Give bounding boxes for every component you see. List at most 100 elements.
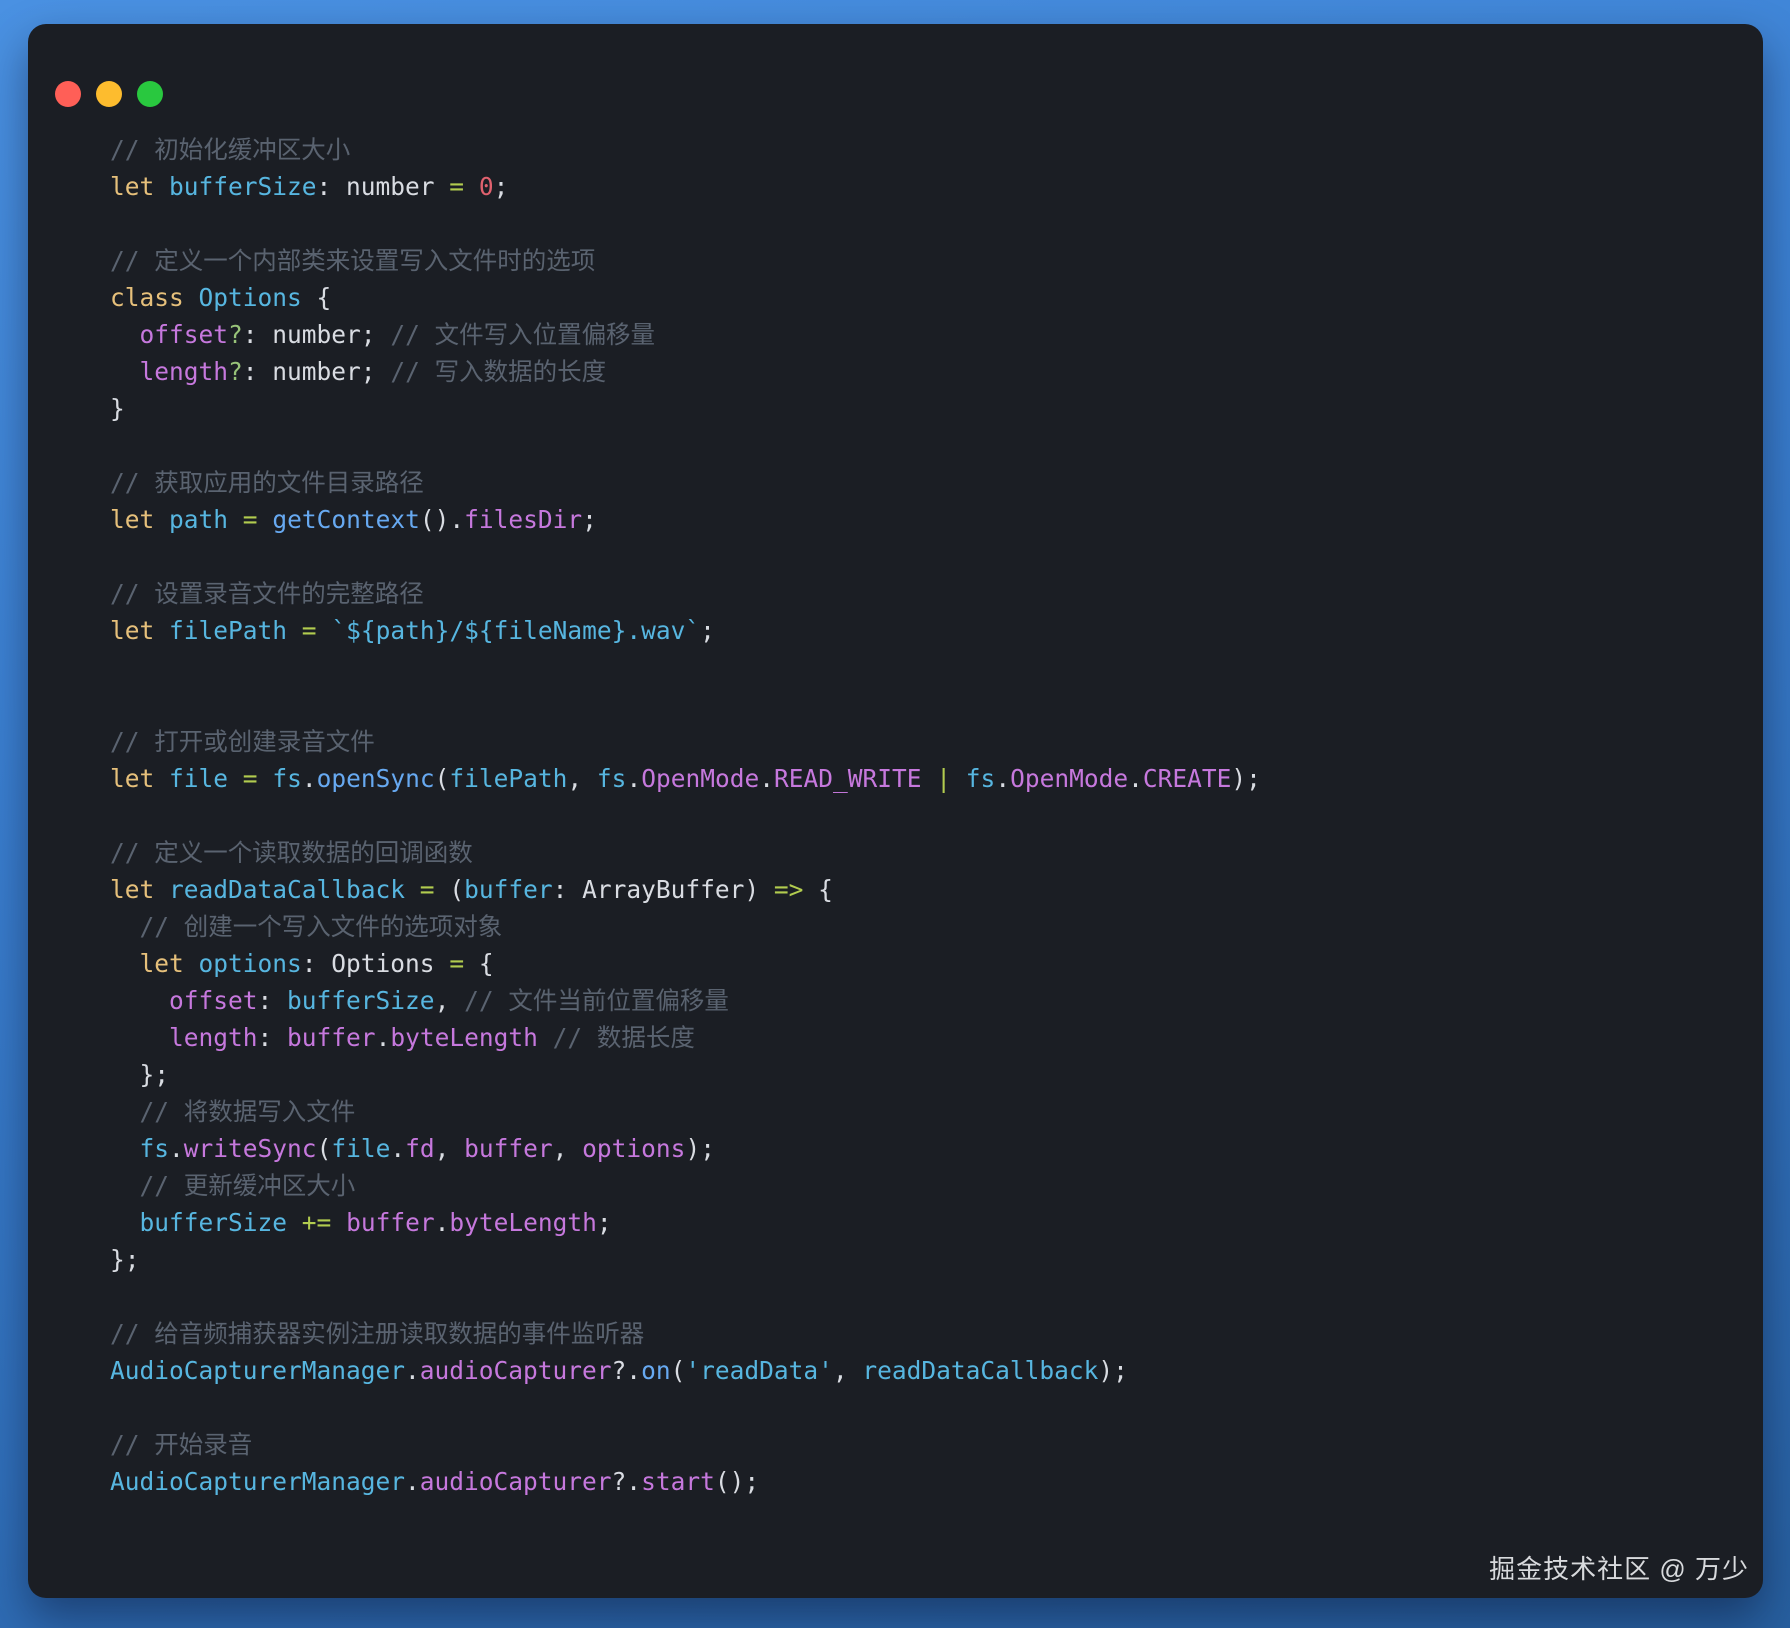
code-token: length bbox=[169, 1023, 258, 1052]
code-token: let bbox=[110, 875, 170, 904]
code-line: // 定义一个内部类来设置写入文件时的选项 bbox=[110, 242, 1261, 279]
code-token: filesDir bbox=[464, 505, 583, 534]
code-token: . bbox=[759, 764, 774, 793]
code-token: { bbox=[803, 875, 833, 904]
code-token: let bbox=[110, 505, 170, 534]
code-token: . bbox=[995, 764, 1011, 793]
code-token: ; bbox=[596, 1208, 612, 1237]
code-line: let readDataCallback = (buffer: ArrayBuf… bbox=[110, 871, 1261, 908]
code-token: = bbox=[419, 875, 435, 904]
code-line: } bbox=[110, 390, 1261, 427]
code-token: buffer bbox=[464, 1134, 553, 1163]
code-token: file bbox=[331, 1134, 391, 1163]
code-token: Options bbox=[198, 283, 302, 312]
watermark-label: 掘金技术社区 @ 万少 bbox=[1489, 1554, 1749, 1584]
code-token: audioCapturer bbox=[419, 1467, 612, 1496]
desktop-background: { "window": { "watermark": "掘金技术社区 @ 万少"… bbox=[0, 0, 1790, 1628]
code-token: = bbox=[449, 949, 465, 978]
code-token: bufferSize bbox=[169, 172, 317, 201]
code-token: readDataCallback bbox=[862, 1356, 1099, 1385]
code-line: let path = getContext().filesDir; bbox=[110, 501, 1261, 538]
code-token: // 数据长度 bbox=[552, 1023, 695, 1052]
code-token: // 打开或创建录音文件 bbox=[110, 727, 375, 756]
code-token: let bbox=[110, 616, 170, 645]
code-token: `${path}/${fileName}.wav` bbox=[331, 616, 701, 645]
code-token: 0 bbox=[478, 172, 494, 201]
code-token: . bbox=[405, 1356, 420, 1385]
code-line: // 创建一个写入文件的选项对象 bbox=[110, 908, 1261, 945]
code-token: on bbox=[641, 1356, 671, 1385]
code-token: // 写入数据的长度 bbox=[390, 357, 607, 386]
code-token: let bbox=[110, 172, 170, 201]
code-token: += bbox=[301, 1208, 332, 1237]
code-token: , bbox=[434, 1134, 465, 1163]
code-line: // 获取应用的文件目录路径 bbox=[110, 464, 1261, 501]
code-line: // 开始录音 bbox=[110, 1426, 1261, 1463]
code-token: // 获取应用的文件目录路径 bbox=[110, 468, 424, 497]
code-token: ?. bbox=[611, 1356, 642, 1385]
code-token: ; bbox=[700, 616, 715, 645]
code-token: ? bbox=[228, 357, 243, 386]
code-token: openSync bbox=[316, 764, 435, 793]
code-token: . bbox=[375, 1023, 391, 1052]
code-token: // 开始录音 bbox=[110, 1430, 253, 1459]
code-token: bufferSize bbox=[287, 986, 435, 1015]
code-editor: // 初始化缓冲区大小 let bufferSize: number = 0; /… bbox=[110, 131, 1261, 1500]
code-token: = bbox=[301, 616, 317, 645]
code-token: start bbox=[641, 1467, 715, 1496]
code-token: ); bbox=[1098, 1356, 1128, 1385]
code-line: }; bbox=[110, 1241, 1261, 1278]
code-token: AudioCapturerManager bbox=[110, 1356, 406, 1385]
code-token: filePath bbox=[169, 616, 288, 645]
code-token: } bbox=[110, 394, 125, 423]
code-token: buffer bbox=[346, 1208, 435, 1237]
code-token: // 文件写入位置偏移量 bbox=[390, 320, 656, 349]
code-token: . bbox=[301, 764, 317, 793]
code-token: ( bbox=[434, 764, 450, 793]
code-token: ); bbox=[1231, 764, 1261, 793]
code-token: = bbox=[242, 764, 258, 793]
code-token: buffer bbox=[464, 875, 553, 904]
code-token: audioCapturer bbox=[419, 1356, 612, 1385]
code-token: let bbox=[139, 949, 199, 978]
code-line: // 初始化缓冲区大小 bbox=[110, 131, 1261, 168]
code-token: 'readData' bbox=[685, 1356, 833, 1385]
code-token: // 设置录音文件的完整路径 bbox=[110, 579, 424, 608]
code-token: // 创建一个写入文件的选项对象 bbox=[139, 912, 503, 941]
code-token: readDataCallback bbox=[169, 875, 406, 904]
code-line: let file = fs.openSync(filePath, fs.Open… bbox=[110, 760, 1261, 797]
code-token: // 给音频捕获器实例注册读取数据的事件监听器 bbox=[110, 1319, 645, 1348]
code-token: => bbox=[773, 875, 804, 904]
code-token: ; bbox=[493, 172, 509, 201]
code-token: // 更新缓冲区大小 bbox=[139, 1171, 356, 1200]
code-line: fs.writeSync(file.fd, buffer, options); bbox=[110, 1130, 1261, 1167]
close-button[interactable] bbox=[55, 81, 81, 107]
code-token: : ArrayBuffer) bbox=[552, 875, 774, 904]
code-token: byteLength bbox=[390, 1023, 538, 1052]
minimize-button[interactable] bbox=[96, 81, 122, 107]
code-token: READ_WRITE bbox=[773, 764, 922, 793]
code-token: ( bbox=[670, 1356, 686, 1385]
code-token: // 初始化缓冲区大小 bbox=[110, 135, 351, 164]
code-token: : number; bbox=[242, 320, 391, 349]
zoom-button[interactable] bbox=[137, 81, 163, 107]
code-token: ( bbox=[434, 875, 465, 904]
code-token: . bbox=[405, 1467, 420, 1496]
